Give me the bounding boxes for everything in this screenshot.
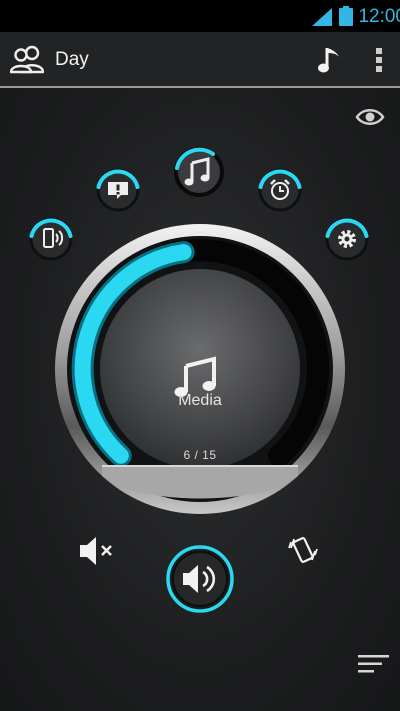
battery-icon: [339, 6, 353, 26]
eye-icon[interactable]: [355, 106, 385, 128]
status-bar: 12:00: [0, 0, 400, 32]
status-time: 12:00: [358, 6, 400, 27]
alarm-mode-button[interactable]: [251, 161, 309, 219]
volume-dial[interactable]: [50, 224, 350, 524]
mute-button[interactable]: [78, 534, 116, 568]
dial-label: Media: [178, 392, 222, 409]
music-note-icon[interactable]: [318, 45, 344, 75]
vibrate-icon: [288, 537, 318, 563]
media-mode-button[interactable]: [167, 140, 231, 204]
profile-title[interactable]: Day: [55, 49, 89, 71]
menu-lines-icon[interactable]: [358, 654, 390, 674]
vibrate-button[interactable]: [286, 533, 322, 569]
volume-button[interactable]: [164, 543, 236, 615]
profiles-icon[interactable]: [10, 44, 44, 74]
volume-count: 6 / 15: [183, 448, 217, 462]
signal-icon: [312, 8, 332, 26]
overflow-menu-icon[interactable]: [374, 46, 384, 74]
notification-mode-button[interactable]: [89, 161, 147, 219]
action-bar: Day: [0, 32, 400, 88]
mute-icon: [80, 537, 112, 565]
